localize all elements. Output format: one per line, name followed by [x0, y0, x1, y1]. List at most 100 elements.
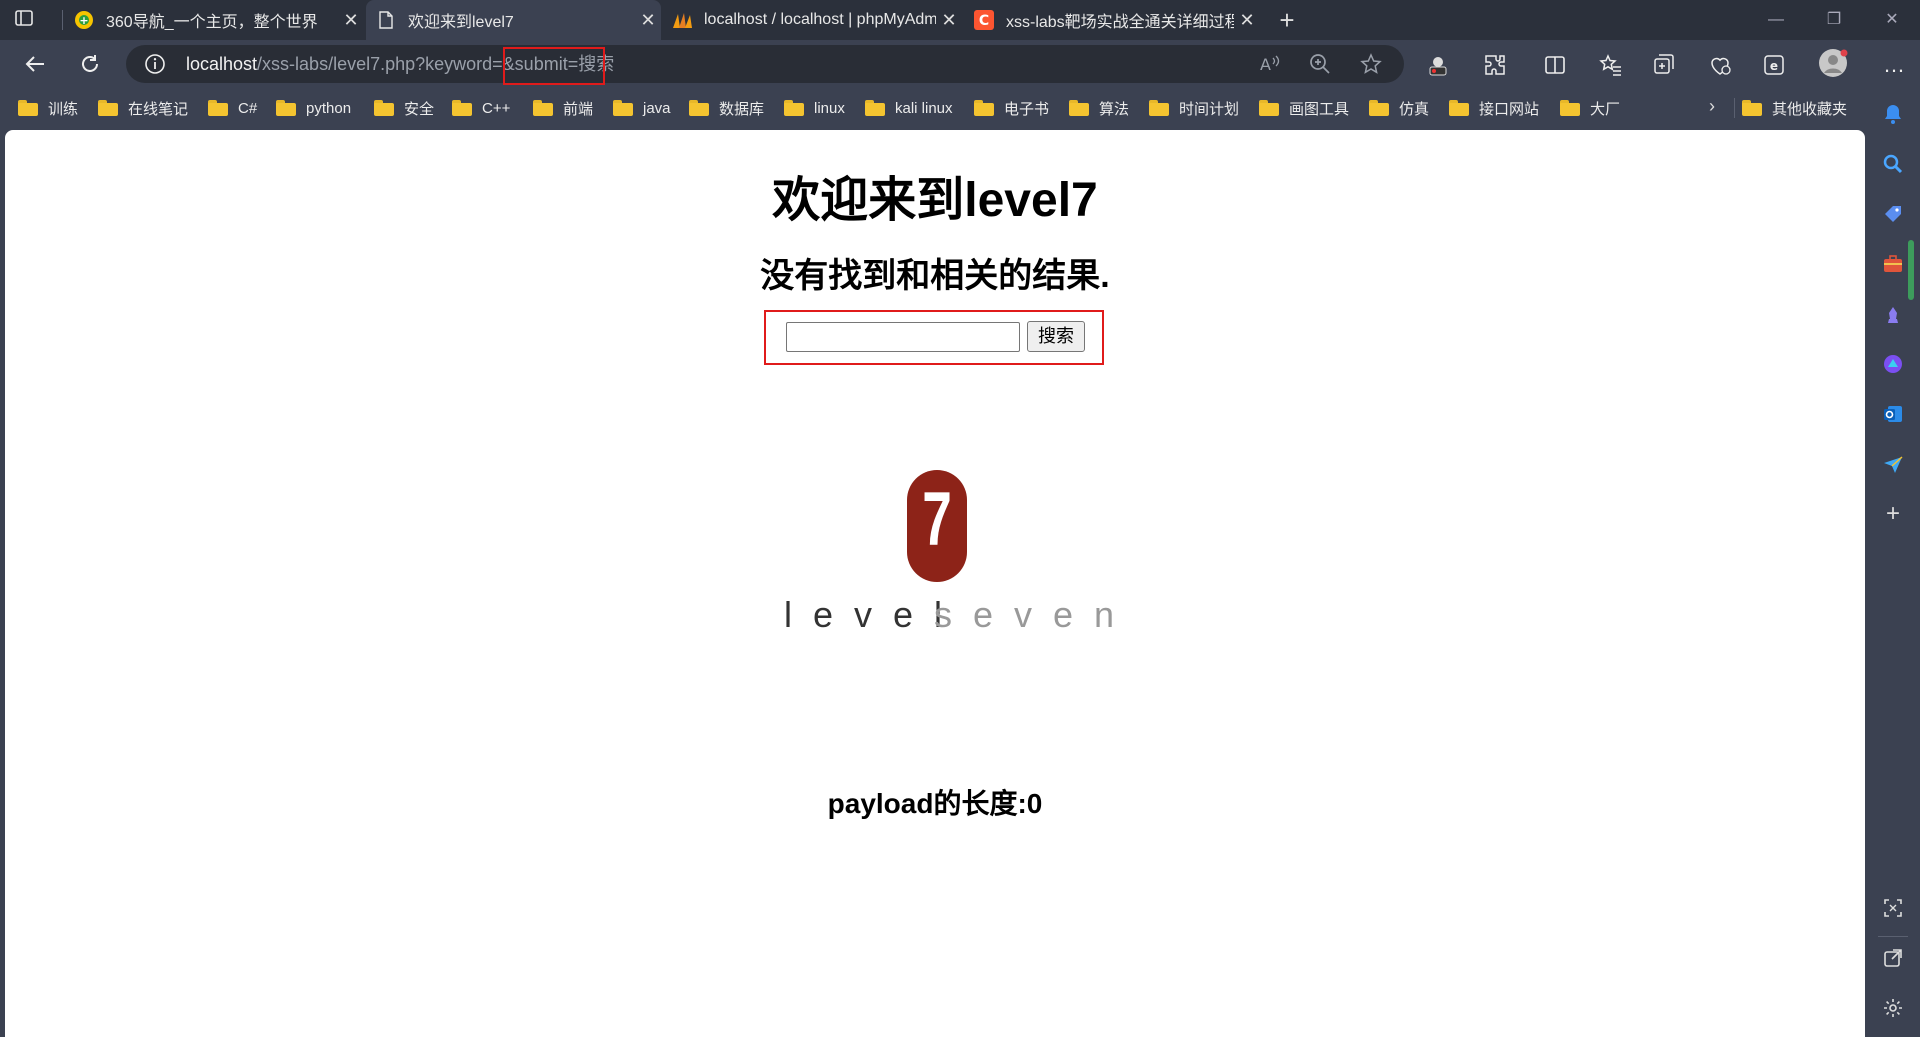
bookmark-folder[interactable]: 算法: [1069, 96, 1129, 120]
info-icon[interactable]: [144, 53, 166, 75]
folder-icon: [18, 100, 38, 116]
csdn-favicon-icon: C: [974, 10, 994, 30]
tab-actions-icon[interactable]: [14, 8, 46, 32]
bookmark-folder[interactable]: C++: [452, 96, 510, 120]
bookmark-label: C++: [482, 99, 511, 117]
folder-icon: [1742, 100, 1762, 116]
more-menu-icon[interactable]: …: [1881, 52, 1907, 78]
tab-phpmyadmin[interactable]: localhost / localhost | phpMyAdmin ✕: [662, 0, 962, 40]
tools-briefcase-icon[interactable]: [1879, 250, 1907, 278]
new-tab-button[interactable]: +: [1270, 4, 1304, 36]
outlook-icon[interactable]: [1879, 400, 1907, 428]
bookmark-folder[interactable]: 大厂: [1560, 96, 1620, 120]
bookmark-folder[interactable]: 接口网站: [1449, 96, 1539, 120]
bookmark-folder[interactable]: 画图工具: [1259, 96, 1349, 120]
level-seven-logo: 7 level seven: [774, 468, 1114, 638]
folder-icon: [98, 100, 118, 116]
folder-icon: [784, 100, 804, 116]
bookmark-label: 训练: [48, 100, 79, 118]
bookmark-folder[interactable]: 在线笔记: [98, 96, 188, 120]
refresh-button[interactable]: [72, 46, 108, 82]
close-icon[interactable]: ✕: [635, 10, 661, 31]
bookmark-folder[interactable]: python: [276, 96, 351, 120]
settings-gear-icon[interactable]: [1879, 994, 1907, 1022]
bookmark-folder[interactable]: 仿真: [1369, 96, 1429, 120]
other-bookmarks-folder[interactable]: 其他收藏夹: [1742, 96, 1847, 120]
copilot-icon[interactable]: [1879, 350, 1907, 378]
bookmark-folder[interactable]: 前端: [533, 96, 593, 120]
bookmark-label: 前端: [563, 100, 594, 118]
extension-helper-icon[interactable]: [1425, 52, 1451, 78]
bookmark-folder[interactable]: C#: [208, 96, 257, 120]
close-icon[interactable]: ✕: [1234, 10, 1260, 31]
bookmark-label: 在线笔记: [128, 100, 189, 118]
tab-csdn[interactable]: C xss-labs靶场实战全通关详细过程 ✕: [964, 0, 1260, 40]
bookmark-label: C#: [238, 99, 258, 117]
bookmark-label: 时间计划: [1179, 100, 1240, 118]
bookmark-label: 其他收藏夹: [1772, 100, 1848, 118]
minimize-button[interactable]: —: [1746, 0, 1806, 40]
games-chess-icon[interactable]: [1879, 300, 1907, 328]
chevron-right-icon[interactable]: ›: [1700, 96, 1724, 120]
collections-icon[interactable]: [1651, 52, 1677, 78]
favorite-star-icon[interactable]: [1358, 51, 1384, 77]
bookmark-folder[interactable]: 时间计划: [1149, 96, 1239, 120]
bookmark-folder[interactable]: java: [613, 96, 671, 120]
search-button[interactable]: 搜索: [1027, 321, 1085, 352]
bookmark-folder[interactable]: kali linux: [865, 96, 953, 120]
bookmarks-bar: 训练 在线笔记 C# python 安全 C++ 前端 java 数据库 lin…: [0, 88, 1920, 128]
screenshot-icon[interactable]: [1879, 894, 1907, 922]
folder-icon: [452, 100, 472, 116]
folder-icon: [208, 100, 228, 116]
phpmyadmin-favicon-icon: [672, 10, 692, 30]
restore-button[interactable]: ❐: [1804, 0, 1864, 40]
address-bar[interactable]: localhost/xss-labs/level7.php?keyword=&s…: [126, 45, 1404, 83]
sidebar-scrollbar[interactable]: [1908, 240, 1914, 300]
svg-text:e: e: [1770, 59, 1778, 73]
bookmark-label: linux: [814, 99, 845, 117]
tab-title: 欢迎来到level7: [408, 14, 514, 31]
page-icon: [376, 10, 396, 30]
tab-title: xss-labs靶场实战全通关详细过程: [1006, 14, 1234, 31]
close-icon[interactable]: ✕: [936, 10, 962, 31]
keyword-input[interactable]: [786, 322, 1020, 352]
folder-icon: [689, 100, 709, 116]
close-icon[interactable]: ✕: [338, 10, 364, 31]
browser-essentials-icon[interactable]: [1707, 52, 1733, 78]
folder-icon: [974, 100, 994, 116]
folder-icon: [1560, 100, 1580, 116]
folder-icon: [613, 100, 633, 116]
bookmark-folder[interactable]: 数据库: [689, 96, 764, 120]
bookmark-folder[interactable]: linux: [784, 96, 845, 120]
tab-level7[interactable]: 欢迎来到level7 ✕: [366, 0, 661, 40]
shopping-tag-icon[interactable]: [1879, 200, 1907, 228]
bookmark-folder[interactable]: 安全: [374, 96, 434, 120]
add-icon[interactable]: +: [1879, 500, 1907, 528]
extensions-icon[interactable]: [1482, 52, 1508, 78]
open-external-icon[interactable]: [1879, 944, 1907, 972]
close-window-button[interactable]: ✕: [1862, 0, 1920, 40]
back-button[interactable]: [17, 46, 53, 82]
zoom-icon[interactable]: [1307, 51, 1333, 77]
logo-number: 7: [922, 477, 952, 562]
bookmark-folder[interactable]: 训练: [18, 96, 78, 120]
payload-length: payload的长度:0: [827, 788, 1043, 819]
read-aloud-icon[interactable]: A: [1256, 51, 1282, 77]
edge-app-icon[interactable]: e: [1761, 52, 1787, 78]
folder-icon: [533, 100, 553, 116]
notification-bell-icon[interactable]: [1879, 100, 1907, 128]
tab-strip: + 360导航_一个主页，整个世界 ✕ 欢迎来到level7 ✕ localho…: [0, 0, 1920, 40]
logo-text-light: seven: [934, 594, 1136, 635]
split-screen-icon[interactable]: [1542, 52, 1568, 78]
folder-icon: [276, 100, 296, 116]
search-icon[interactable]: [1879, 150, 1907, 178]
tab-title: localhost / localhost | phpMyAdmin: [704, 11, 936, 28]
svg-text:A: A: [1260, 55, 1271, 74]
profile-avatar[interactable]: [1818, 48, 1848, 78]
tab-360[interactable]: + 360导航_一个主页，整个世界 ✕: [64, 0, 364, 40]
send-plane-icon[interactable]: [1879, 450, 1907, 478]
bookmark-label: java: [643, 99, 671, 117]
bookmark-folder[interactable]: 电子书: [974, 96, 1049, 120]
bookmark-label: 画图工具: [1289, 100, 1350, 118]
favorites-icon[interactable]: [1598, 52, 1624, 78]
